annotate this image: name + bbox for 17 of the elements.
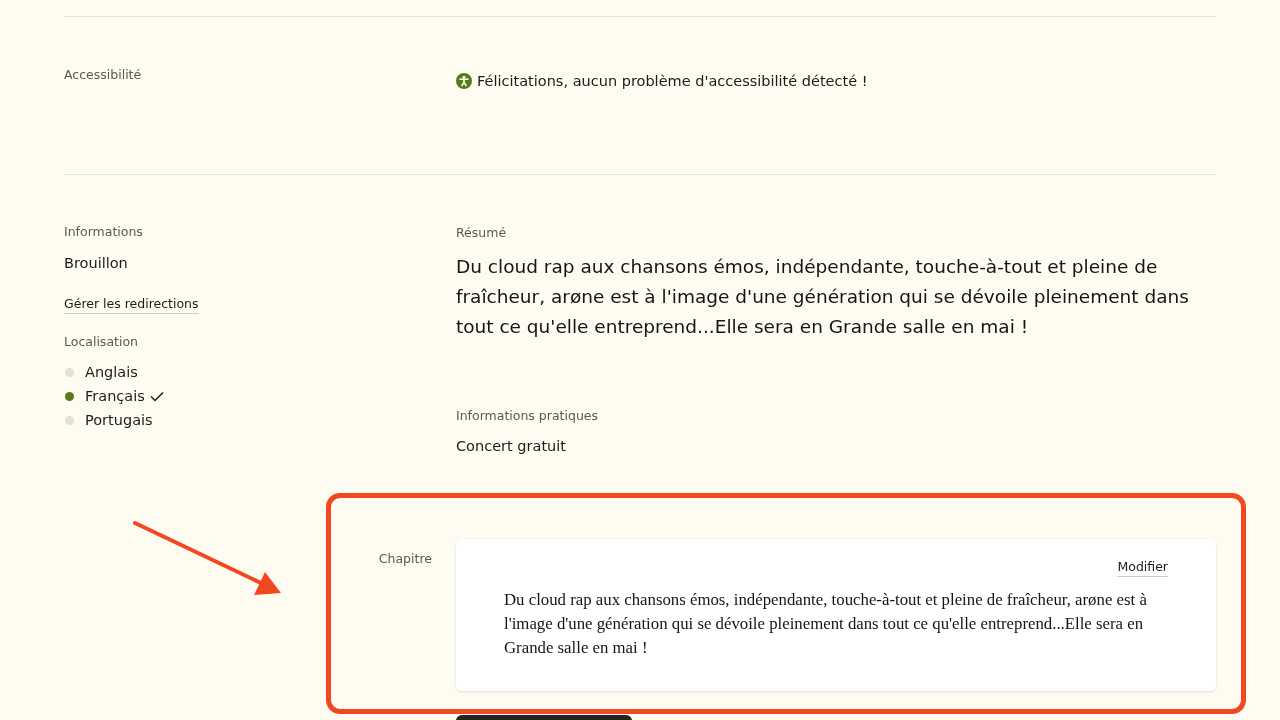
summary-text: Du cloud rap aux chansons émos, indépendante, touche-à-tout et pleine de fraîcheur, arøne est à l'image d'une génération qui se dévoile pleinement dans tout ce qu'elle entreprend...Elle sera en Grande salle en mai ! [456, 255, 1190, 339]
section-label: Chapitre [378, 551, 433, 567]
language-item[interactable]: Anglais [85, 362, 138, 382]
language-item[interactable]: Français [85, 386, 145, 406]
accessibility-icon [456, 73, 472, 89]
language-item[interactable]: Portugais [85, 410, 153, 430]
redirects-link[interactable]: Gérer les redirections [64, 296, 199, 314]
status-text: Brouillon [64, 254, 128, 273]
practical-info-text: Concert gratuit [456, 437, 566, 456]
section-label: Informations pratiques [456, 408, 598, 424]
section-label: Accessibilité [64, 67, 143, 83]
section-label: Localisation [64, 334, 138, 350]
edit-link[interactable]: Modifier [1117, 559, 1168, 577]
section-label: Informations [64, 224, 143, 240]
section-label: Résumé [456, 225, 507, 241]
accessibility-message: Félicitations, aucun problème d'accessibilité détecté ! [477, 72, 868, 91]
chapter-text: Du cloud rap aux chansons émos, indépendante, touche-à-tout et pleine de fraîcheur, arøne est à l'image d'une génération qui se dévoile pleinement dans tout ce qu'elle entreprend...Elle sera en Grande salle en mai ! [504, 589, 1148, 659]
